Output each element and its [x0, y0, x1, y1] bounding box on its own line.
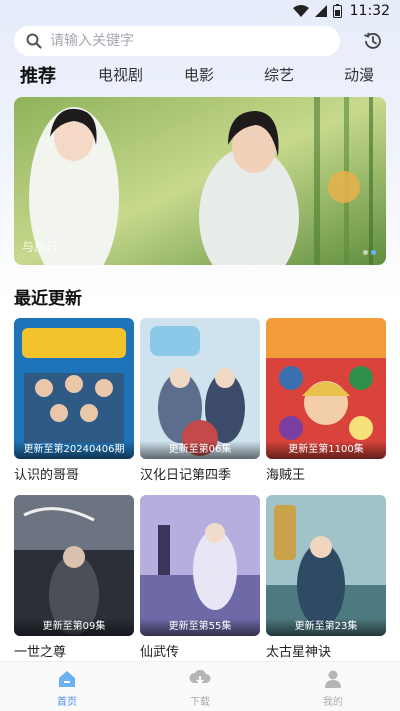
- nav-label: 下载: [190, 697, 210, 708]
- poster-image: 更新至第09集: [14, 495, 134, 636]
- media-card[interactable]: 更新至第23集 太古星神诀: [266, 495, 386, 660]
- card-title: 一世之尊: [14, 645, 67, 660]
- signal-icon: [315, 5, 327, 17]
- poster-image: 更新至第55集: [140, 495, 260, 636]
- battery-icon: [333, 4, 342, 18]
- media-card[interactable]: 更新至第20240406期 认识的哥哥: [14, 318, 134, 483]
- poster-image: 更新至第1100集: [266, 318, 386, 459]
- tab-variety[interactable]: 综艺: [264, 64, 294, 85]
- tab-recommend[interactable]: 推荐: [20, 62, 56, 88]
- episode-badge: 更新至第09集: [14, 618, 134, 636]
- category-tabs: 推荐 电视剧 电影 综艺 动漫: [0, 62, 400, 90]
- tab-movies[interactable]: 电影: [184, 64, 214, 85]
- nav-download[interactable]: 下载: [160, 668, 240, 708]
- banner-carousel[interactable]: 与凤行: [14, 97, 386, 265]
- status-icons: [293, 4, 342, 18]
- tab-anime[interactable]: 动漫: [344, 64, 374, 85]
- status-time: 11:32: [349, 3, 390, 19]
- media-card[interactable]: 更新至第1100集 海贼王: [266, 318, 386, 483]
- user-icon: [325, 670, 341, 688]
- banner-caption: 与凤行: [22, 240, 59, 254]
- wifi-icon: [293, 5, 309, 17]
- episode-badge: 更新至第1100集: [266, 441, 386, 459]
- carousel-indicator: [363, 250, 376, 255]
- episode-badge: 更新至第55集: [140, 618, 260, 636]
- home-icon: [59, 671, 75, 687]
- card-title: 认识的哥哥: [14, 468, 80, 483]
- tab-tv-series[interactable]: 电视剧: [98, 64, 143, 85]
- search-input[interactable]: [50, 33, 300, 49]
- nav-label: 首页: [57, 697, 77, 708]
- nav-label: 我的: [323, 697, 343, 708]
- poster-image: 更新至第20240406期: [14, 318, 134, 459]
- card-title: 海贼王: [266, 468, 306, 483]
- search-box[interactable]: [14, 26, 340, 56]
- banner-image: [14, 97, 386, 265]
- nav-home[interactable]: 首页: [27, 668, 107, 708]
- carousel-dot-active[interactable]: [371, 250, 376, 255]
- media-card[interactable]: 更新至第06集 汉化日记第四季: [140, 318, 260, 483]
- section-title: 最近更新: [14, 289, 82, 309]
- status-bar: 11:32: [0, 0, 400, 24]
- search-row: [14, 26, 386, 56]
- card-title: 太古星神诀: [266, 645, 332, 660]
- download-icon: [189, 669, 211, 685]
- poster-image: 更新至第06集: [140, 318, 260, 459]
- card-title: 汉化日记第四季: [140, 468, 232, 483]
- history-icon[interactable]: [362, 30, 384, 52]
- episode-badge: 更新至第20240406期: [14, 441, 134, 459]
- bottom-navigation: 首页 下载 我的: [0, 661, 400, 711]
- nav-profile[interactable]: 我的: [293, 668, 373, 708]
- episode-badge: 更新至第06集: [140, 441, 260, 459]
- episode-badge: 更新至第23集: [266, 618, 386, 636]
- media-card[interactable]: 更新至第09集 一世之尊: [14, 495, 134, 660]
- card-title: 仙武传: [140, 645, 180, 660]
- poster-image: 更新至第23集: [266, 495, 386, 636]
- media-card[interactable]: 更新至第55集 仙武传: [140, 495, 260, 660]
- search-icon: [26, 33, 42, 49]
- carousel-dot[interactable]: [363, 250, 368, 255]
